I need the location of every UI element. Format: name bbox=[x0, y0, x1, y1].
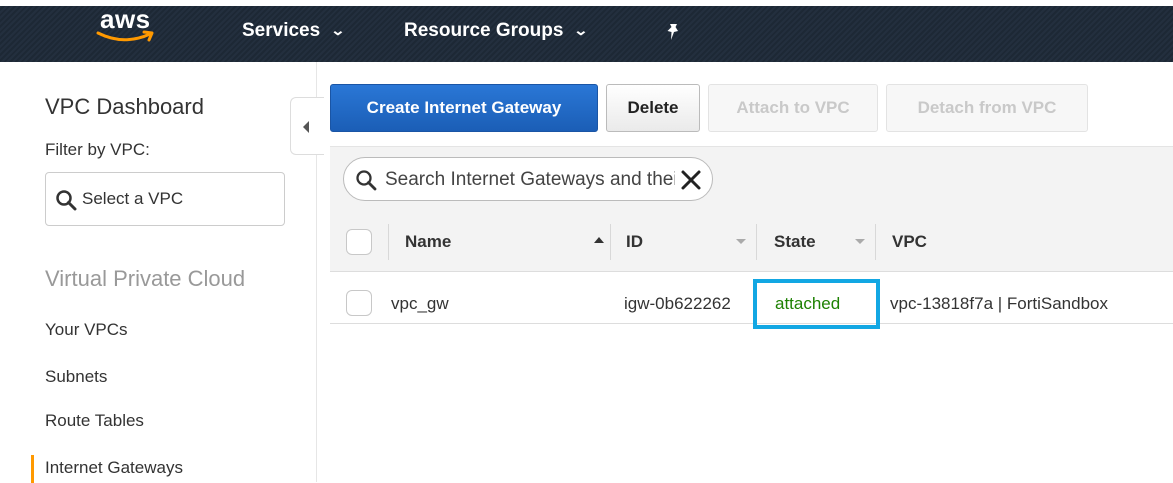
state-highlight-box bbox=[753, 279, 880, 329]
chevron-down-icon: ⌄ bbox=[573, 22, 589, 38]
resource-groups-menu[interactable]: Resource Groups ⌄ bbox=[404, 20, 589, 42]
sidebar: VPC Dashboard Filter by VPC: Select a VP… bbox=[0, 62, 324, 483]
chevron-down-icon: ⌄ bbox=[330, 22, 346, 38]
sidebar-item-subnets[interactable]: Subnets bbox=[45, 367, 107, 387]
collapse-sidebar-button[interactable] bbox=[290, 97, 324, 155]
column-header-id[interactable]: ID bbox=[626, 232, 643, 252]
column-header-name[interactable]: Name bbox=[405, 232, 451, 252]
vpc-select-placeholder: Select a VPC bbox=[82, 189, 184, 208]
column-header-vpc[interactable]: VPC bbox=[892, 232, 927, 252]
filter-by-vpc-label: Filter by VPC: bbox=[45, 140, 150, 159]
column-divider bbox=[756, 224, 757, 260]
close-icon[interactable] bbox=[680, 169, 702, 191]
chevron-left-icon bbox=[303, 121, 309, 133]
column-divider bbox=[610, 224, 611, 260]
delete-button[interactable]: Delete bbox=[606, 84, 700, 132]
resource-groups-label: Resource Groups bbox=[404, 20, 564, 41]
create-internet-gateway-button[interactable]: Create Internet Gateway bbox=[330, 84, 598, 132]
table-header bbox=[330, 210, 1173, 272]
services-label: Services bbox=[242, 20, 321, 41]
cell-name: vpc_gw bbox=[391, 294, 449, 313]
sort-ascending-icon[interactable] bbox=[594, 237, 604, 243]
sidebar-item-internet-gateways[interactable]: Internet Gateways bbox=[45, 458, 183, 478]
select-all-checkbox[interactable] bbox=[346, 229, 372, 255]
detach-from-vpc-button[interactable]: Detach from VPC bbox=[886, 84, 1088, 132]
top-navigation-bar: aws Services ⌄ Resource Groups ⌄ bbox=[0, 0, 1173, 62]
pin-icon[interactable] bbox=[663, 22, 683, 42]
aws-smile-icon bbox=[96, 30, 154, 42]
services-menu[interactable]: Services ⌄ bbox=[242, 20, 346, 42]
cell-id: igw-0b622262 bbox=[624, 294, 731, 313]
search-placeholder: Search Internet Gateways and their prope… bbox=[385, 169, 675, 190]
column-divider bbox=[388, 224, 389, 260]
aws-logo[interactable]: aws bbox=[96, 4, 166, 56]
column-divider bbox=[875, 224, 876, 260]
search-icon bbox=[356, 170, 377, 191]
row-checkbox[interactable] bbox=[346, 290, 372, 316]
virtual-private-cloud-heading: Virtual Private Cloud bbox=[45, 266, 246, 291]
active-item-indicator bbox=[31, 455, 34, 483]
vpc-filter-select[interactable]: Select a VPC bbox=[45, 172, 285, 226]
attach-to-vpc-button[interactable]: Attach to VPC bbox=[708, 84, 878, 132]
sort-icon[interactable] bbox=[736, 239, 746, 244]
search-icon bbox=[56, 190, 77, 211]
sidebar-item-route-tables[interactable]: Route Tables bbox=[45, 411, 144, 431]
vpc-dashboard-link[interactable]: VPC Dashboard bbox=[45, 94, 204, 120]
column-header-state[interactable]: State bbox=[774, 232, 816, 252]
sidebar-item-your-vpcs[interactable]: Your VPCs bbox=[45, 320, 128, 340]
search-input[interactable]: Search Internet Gateways and their prope… bbox=[343, 157, 713, 201]
sort-icon[interactable] bbox=[855, 239, 865, 244]
cell-vpc[interactable]: vpc-13818f7a | FortiSandbox bbox=[890, 294, 1108, 314]
top-edge-strip bbox=[0, 0, 1173, 6]
